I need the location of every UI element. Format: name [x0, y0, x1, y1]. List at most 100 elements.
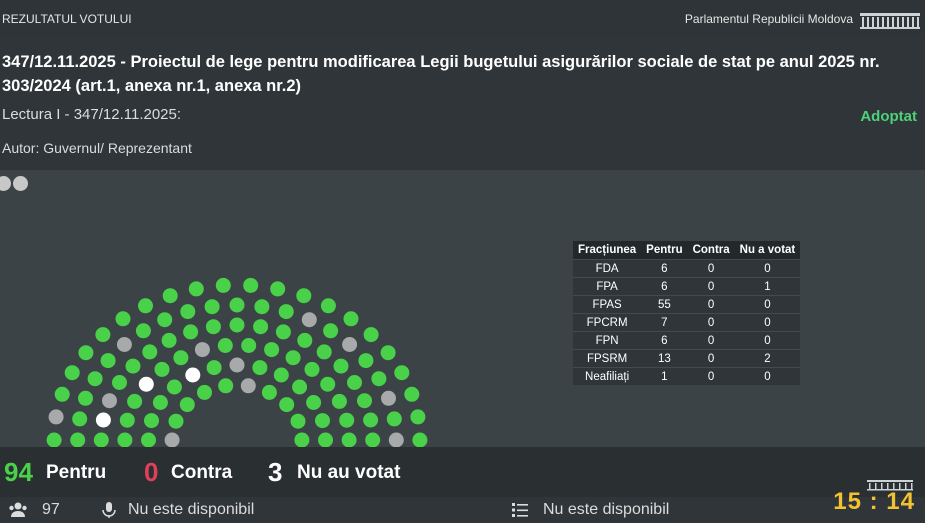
seat — [183, 324, 199, 340]
seat — [152, 395, 168, 410]
seat — [365, 432, 381, 447]
seat — [164, 432, 180, 447]
table-header-cell: Pentru — [641, 241, 688, 260]
seat — [206, 360, 222, 376]
seat — [261, 384, 277, 400]
seat — [410, 409, 426, 425]
table-cell: 0 — [734, 367, 801, 385]
seat — [290, 413, 306, 429]
seat — [412, 432, 428, 447]
seat — [205, 319, 221, 335]
table-cell: 0 — [687, 277, 735, 296]
seat — [93, 432, 109, 447]
seat — [100, 353, 116, 369]
vote-summary: 94 Pentru 0 Contra 3 Nu au votat — [0, 447, 925, 497]
seat — [363, 412, 379, 428]
users-icon — [9, 502, 27, 517]
seat — [270, 281, 286, 297]
pentru-count: 94 — [4, 457, 33, 487]
table-row: FPAS 55 0 0 — [573, 295, 801, 314]
seat — [215, 277, 231, 293]
table-cell: 1 — [641, 367, 688, 385]
table-header-cell: Contra — [687, 241, 735, 260]
table-cell: 6 — [641, 259, 688, 278]
seat — [115, 311, 131, 327]
table-cell: 7 — [641, 313, 688, 332]
table-header-cell: Fracțiunea — [573, 241, 642, 260]
seat — [142, 344, 158, 360]
seat — [95, 412, 111, 428]
seat — [241, 338, 257, 353]
faction-results-table: Fracțiunea Pentru Contra Nu a votat FDA 6 0 0 F… — [573, 241, 801, 385]
seat — [112, 375, 127, 390]
seat — [404, 386, 420, 402]
status-badge: Adoptat — [860, 108, 917, 125]
seat — [48, 409, 64, 425]
seat — [264, 342, 280, 358]
seat — [194, 342, 210, 358]
seat — [273, 367, 289, 383]
table-cell: 6 — [641, 277, 688, 296]
seat — [341, 432, 357, 447]
seat — [78, 345, 94, 361]
bill-header: 347/12.11.2025 - Proiectul de lege pentr… — [0, 38, 925, 170]
seat — [173, 350, 189, 366]
seat — [78, 390, 93, 406]
table-cell: 0 — [687, 259, 735, 278]
seat — [386, 411, 402, 427]
seat — [253, 319, 269, 335]
seat — [179, 397, 195, 413]
bill-title: 347/12.11.2025 - Proiectul de lege pentr… — [2, 53, 880, 95]
pentru-label: Pentru — [46, 462, 107, 483]
seat — [157, 312, 173, 328]
seat — [180, 304, 196, 320]
vote-result-label: REZULTATUL VOTULUI — [2, 12, 132, 26]
seat — [297, 332, 313, 348]
table-cell: 0 — [687, 331, 735, 350]
table-cell: 0 — [687, 295, 735, 314]
table-header-cell: Nu a votat — [734, 241, 801, 260]
parliament-name: Parlamentul Republicii Moldova — [684, 12, 853, 26]
seat — [218, 378, 234, 394]
seat — [70, 432, 86, 447]
seat — [116, 337, 132, 352]
seat — [343, 311, 359, 327]
seat — [292, 379, 308, 395]
seat — [252, 360, 268, 376]
seat — [301, 312, 317, 328]
clock: 15 : 14 — [833, 488, 915, 515]
seat — [168, 413, 184, 429]
seat — [229, 357, 245, 373]
seat — [54, 386, 70, 402]
seat — [154, 361, 170, 377]
seat — [46, 432, 62, 447]
table-cell: 0 — [687, 367, 735, 385]
list-icon — [512, 503, 528, 517]
seat — [138, 298, 153, 314]
seat — [87, 371, 103, 387]
contra-count: 0 — [144, 457, 159, 487]
seat — [331, 393, 347, 409]
seat — [381, 390, 396, 406]
seat — [127, 393, 143, 409]
table-cell: FPN — [573, 331, 642, 350]
seat — [296, 288, 312, 304]
seat — [229, 317, 245, 333]
seat — [240, 378, 256, 394]
seat — [72, 411, 88, 427]
seat — [166, 379, 182, 395]
table-row: FDA 6 0 0 — [573, 259, 801, 278]
speakers-list-status: Nu este disponibil — [543, 501, 670, 518]
seat — [243, 277, 259, 293]
seat — [347, 375, 362, 390]
contra-label: Contra — [171, 462, 233, 483]
table-cell: 0 — [734, 259, 801, 278]
seat — [278, 304, 294, 320]
seat — [357, 393, 372, 409]
seat — [304, 361, 320, 377]
seat — [358, 353, 374, 369]
table-cell: 0 — [734, 313, 801, 332]
seat — [217, 338, 233, 353]
table-cell: FPSRM — [573, 349, 642, 368]
seat — [95, 327, 111, 343]
